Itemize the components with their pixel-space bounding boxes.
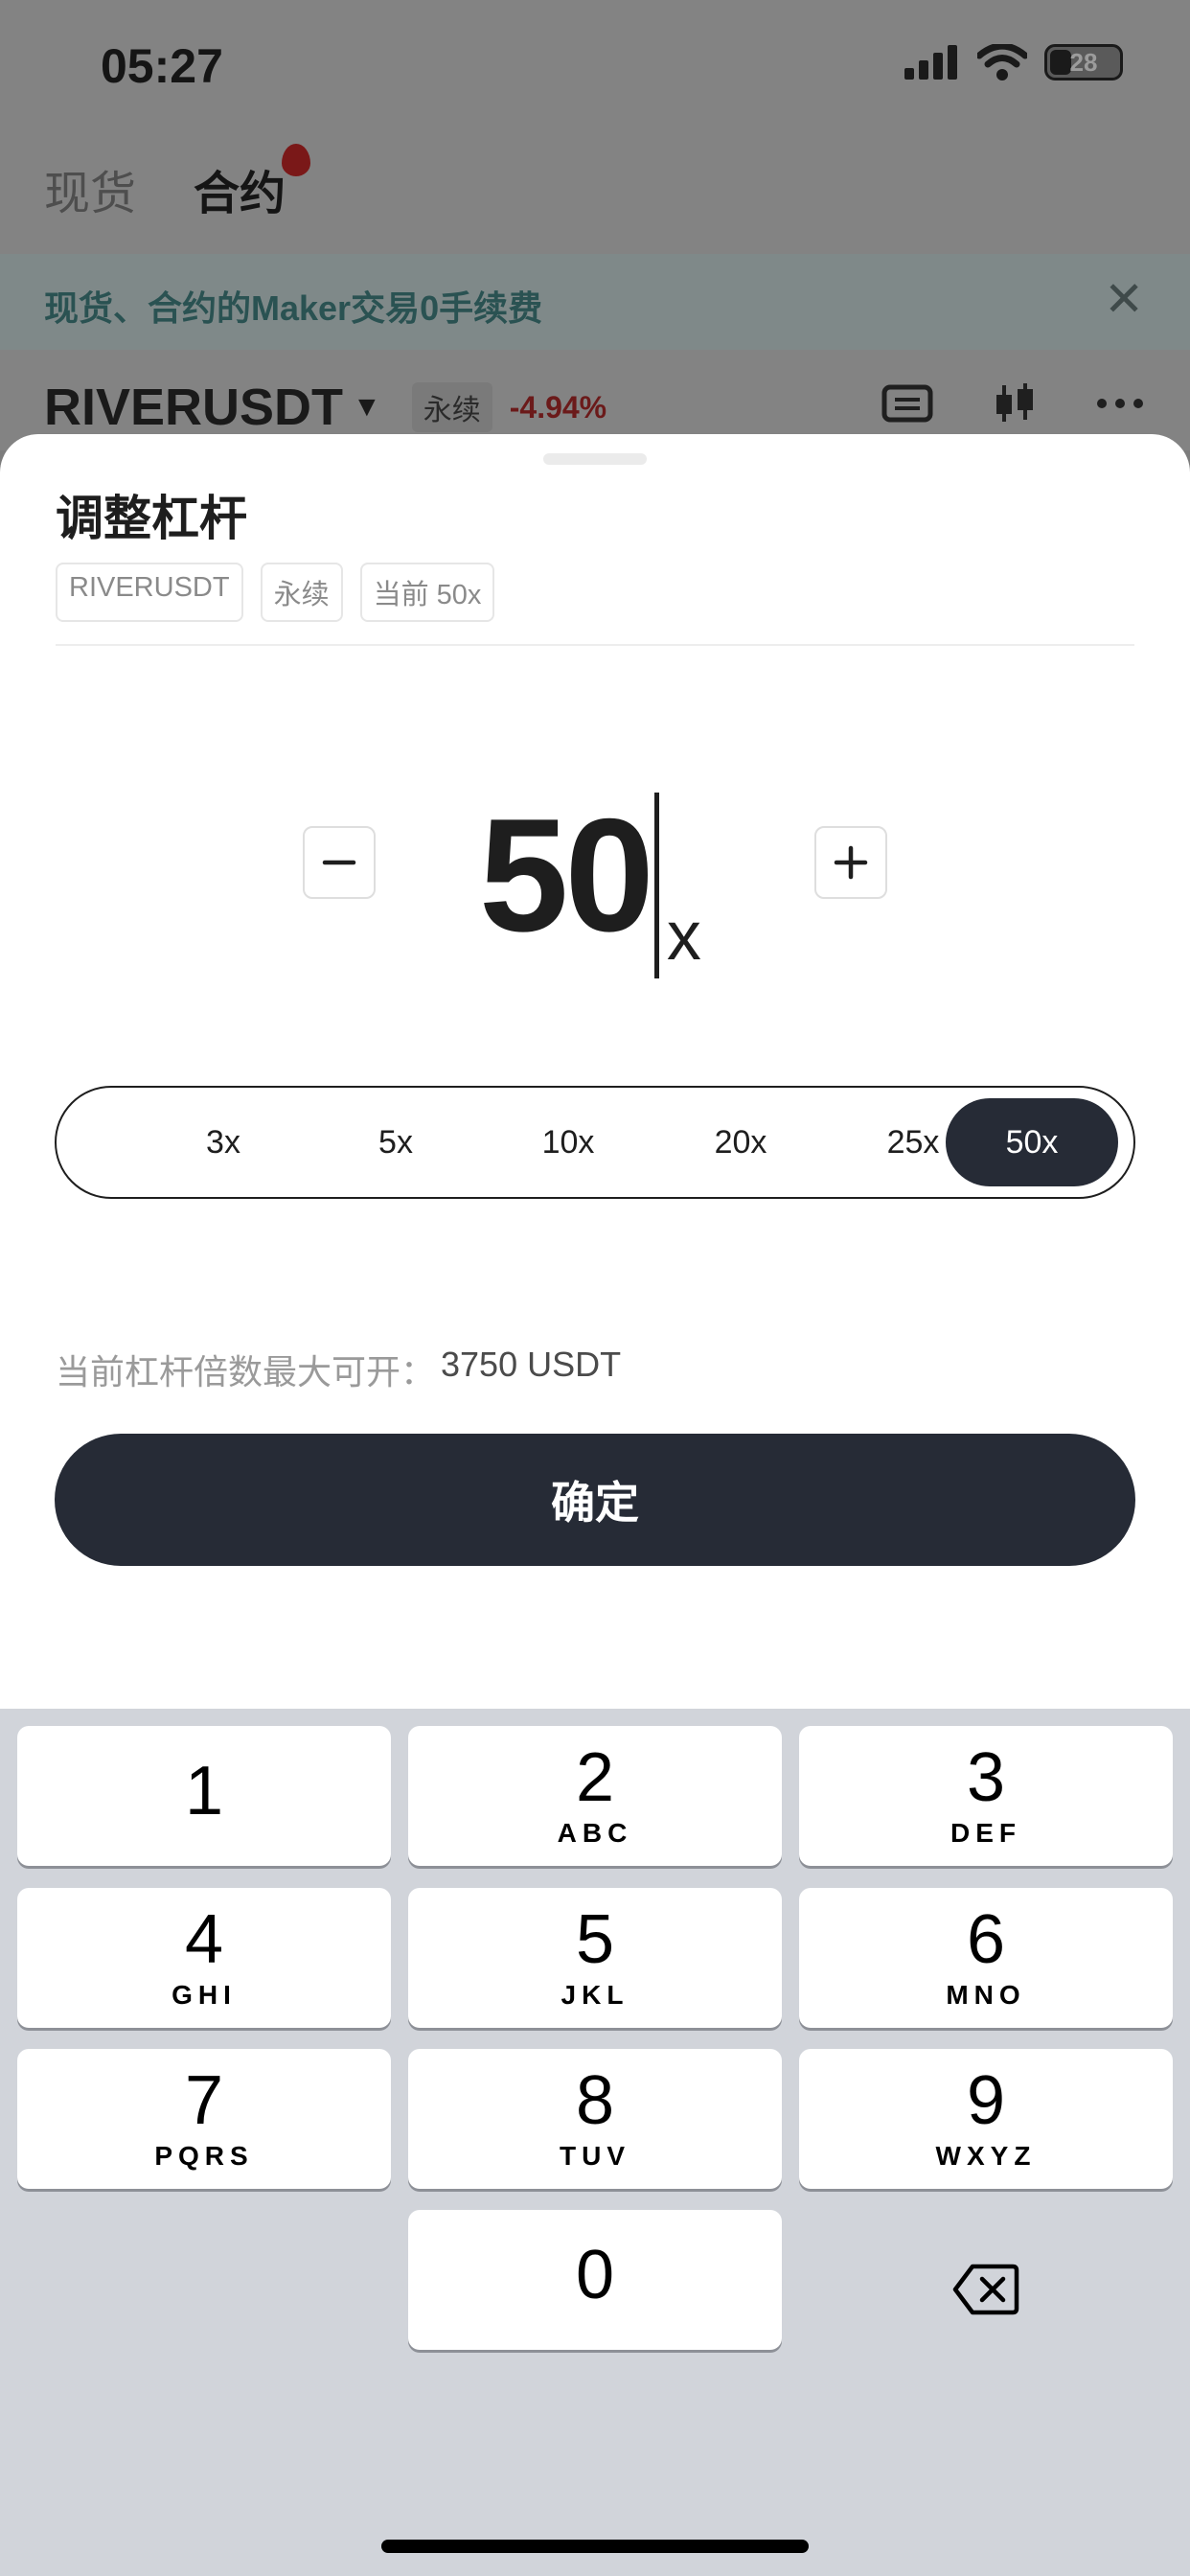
key-letters: GHI bbox=[172, 1980, 237, 2010]
leverage-sheet: 调整杠杆 RIVERUSDT 永续 当前 50x 50 x 3x 5x 10x … bbox=[0, 434, 1190, 1709]
price-change: -4.94% bbox=[509, 389, 607, 425]
tag-current-leverage: 当前 50x bbox=[359, 563, 495, 622]
perpetual-tag: 永续 bbox=[411, 382, 492, 432]
key-digit: 5 bbox=[575, 1901, 615, 1978]
ticker-symbol[interactable]: RIVERUSDT bbox=[44, 378, 343, 437]
minus-icon bbox=[322, 860, 356, 865]
ticker-actions bbox=[881, 381, 1144, 426]
plus-icon bbox=[834, 845, 868, 880]
backspace-icon bbox=[952, 2264, 1019, 2315]
key-digit: 4 bbox=[184, 1901, 224, 1978]
preset-50x[interactable]: 50x bbox=[946, 1098, 1118, 1186]
key-4[interactable]: 4 GHI bbox=[17, 1888, 391, 2028]
key-2[interactable]: 2 ABC bbox=[408, 1726, 782, 1866]
home-indicator bbox=[381, 2540, 809, 2553]
sheet-tags: RIVERUSDT 永续 当前 50x bbox=[56, 563, 495, 622]
key-digit: 3 bbox=[966, 1739, 1006, 1816]
status-time: 05:27 bbox=[101, 39, 223, 93]
key-letters: JKL bbox=[561, 1980, 629, 2010]
banner-text: 现货、合约的Maker交易0手续费 bbox=[44, 288, 543, 328]
leverage-presets: 3x 5x 10x 20x 25x 50x bbox=[55, 1086, 1135, 1199]
max-open-label: 当前杠杆倍数最大可开： bbox=[56, 1352, 436, 1392]
key-letters: TUV bbox=[560, 2141, 630, 2171]
numeric-keyboard: 1 2 ABC 3 DEF 4 GHI 5 JKL 6 MNO 7 PQRS 8… bbox=[0, 1709, 1190, 2576]
battery-icon: 28 bbox=[1044, 44, 1123, 80]
close-icon[interactable]: ✕ bbox=[1104, 271, 1144, 327]
increase-button[interactable] bbox=[814, 826, 887, 899]
candlestick-icon[interactable] bbox=[991, 381, 1039, 426]
key-digit: 9 bbox=[966, 2062, 1006, 2139]
key-digit: 6 bbox=[966, 1901, 1006, 1978]
caret-down-icon[interactable]: ▼ bbox=[353, 391, 381, 424]
key-digit: 7 bbox=[184, 2062, 224, 2139]
more-icon[interactable] bbox=[1096, 398, 1144, 409]
max-open-value: 3750 USDT bbox=[441, 1345, 622, 1384]
status-icons: 28 bbox=[904, 44, 1123, 80]
key-0[interactable]: 0 bbox=[408, 2210, 782, 2350]
key-3[interactable]: 3 DEF bbox=[799, 1726, 1173, 1866]
decrease-button[interactable] bbox=[303, 826, 376, 899]
ticker-row: RIVERUSDT ▼ 永续 -4.94% bbox=[44, 378, 606, 437]
key-digit: 1 bbox=[184, 1753, 224, 1829]
fire-icon bbox=[282, 144, 311, 176]
background-app: 05:27 28 现货 合约 现货、合约的Maker交易0手续费 ✕ RIVER… bbox=[0, 0, 1190, 450]
preset-3x[interactable]: 3x bbox=[137, 1098, 309, 1186]
key-7[interactable]: 7 PQRS bbox=[17, 2049, 391, 2189]
key-letters: PQRS bbox=[154, 2141, 254, 2171]
preset-20x[interactable]: 20x bbox=[654, 1098, 827, 1186]
key-digit: 0 bbox=[575, 2237, 615, 2313]
leverage-unit: x bbox=[666, 898, 701, 975]
key-letters: WXYZ bbox=[935, 2141, 1037, 2171]
text-cursor bbox=[653, 793, 659, 978]
key-6[interactable]: 6 MNO bbox=[799, 1888, 1173, 2028]
cellular-signal-icon bbox=[904, 45, 957, 80]
ticket-icon[interactable] bbox=[881, 384, 933, 423]
promo-banner: 现货、合约的Maker交易0手续费 ✕ bbox=[0, 254, 1190, 350]
key-digit: 2 bbox=[575, 1739, 615, 1816]
market-tabs: 现货 合约 bbox=[44, 144, 311, 222]
tag-symbol: RIVERUSDT bbox=[56, 563, 243, 622]
key-letters: DEF bbox=[950, 1818, 1021, 1848]
preset-10x[interactable]: 10x bbox=[482, 1098, 654, 1186]
key-letters: ABC bbox=[557, 1818, 633, 1848]
preset-5x[interactable]: 5x bbox=[309, 1098, 482, 1186]
battery-level: 28 bbox=[1069, 47, 1098, 77]
confirm-button[interactable]: 确定 bbox=[55, 1434, 1135, 1566]
max-open-info: 当前杠杆倍数最大可开： 3750 USDT bbox=[56, 1345, 621, 1394]
tab-contract[interactable]: 合约 bbox=[194, 144, 311, 222]
sheet-title: 调整杠杆 bbox=[56, 492, 247, 545]
key-letters: MNO bbox=[946, 1980, 1026, 2010]
key-5[interactable]: 5 JKL bbox=[408, 1888, 782, 2028]
key-1[interactable]: 1 bbox=[17, 1726, 391, 1866]
divider bbox=[56, 644, 1134, 646]
leverage-value: 50 bbox=[479, 785, 654, 965]
tab-spot[interactable]: 现货 bbox=[44, 155, 136, 222]
tab-contract-label: 合约 bbox=[194, 169, 286, 219]
leverage-input[interactable]: 50 x bbox=[479, 770, 701, 978]
key-8[interactable]: 8 TUV bbox=[408, 2049, 782, 2189]
delete-key[interactable] bbox=[799, 2220, 1173, 2359]
key-9[interactable]: 9 WXYZ bbox=[799, 2049, 1173, 2189]
tag-perpetual: 永续 bbox=[260, 563, 343, 622]
wifi-icon bbox=[977, 44, 1027, 80]
sheet-handle[interactable] bbox=[543, 453, 647, 465]
key-digit: 8 bbox=[575, 2062, 615, 2139]
